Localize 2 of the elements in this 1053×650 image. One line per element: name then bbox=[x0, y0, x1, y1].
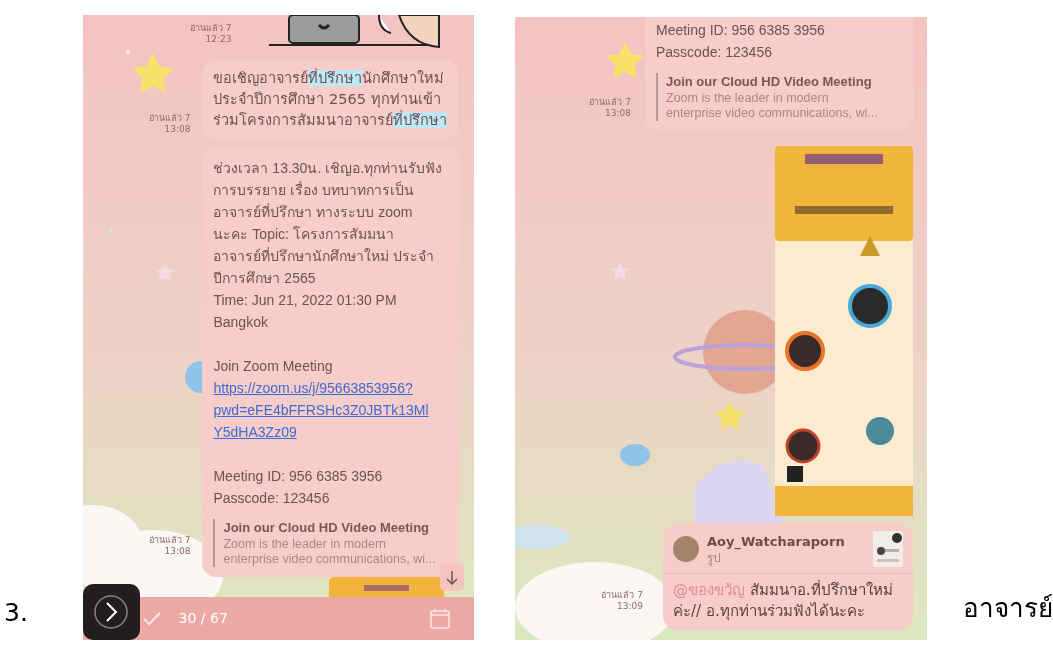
list-number: 3. bbox=[4, 598, 28, 627]
trailing-text: อาจารย์ bbox=[963, 593, 1053, 623]
